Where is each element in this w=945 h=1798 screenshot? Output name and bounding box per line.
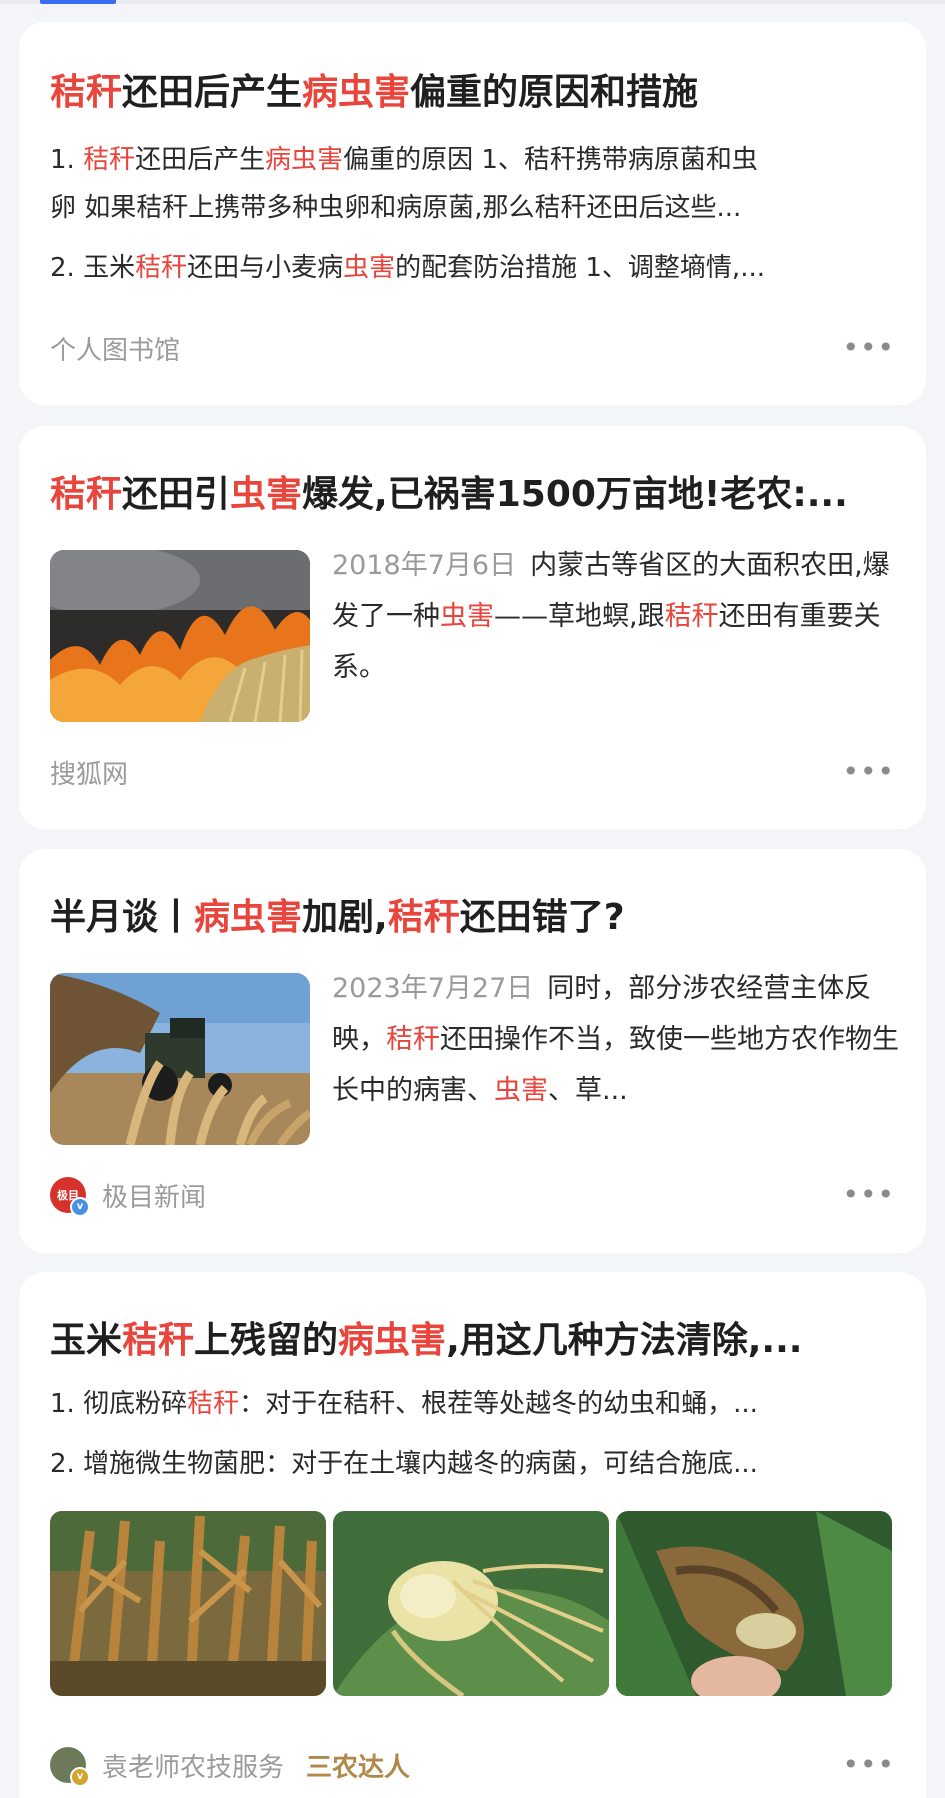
top-tab-strip [0, 0, 945, 4]
source-avatar[interactable]: v [50, 1747, 90, 1787]
result-snippet: 1. 彻底粉碎秸秆：对于在秸秆、根茬等处越冬的幼虫和蛹，... 2. 增施微生物… [50, 1380, 895, 1488]
publish-date: 2018年7月6日 [332, 550, 517, 581]
snippet-line: 2. 增施微生物菌肥：对于在土壤内越冬的病菌，可结合施底... [50, 1449, 758, 1479]
result-snippet: 2018年7月6日 内蒙古等省区的大面积农田,爆发了一种虫害——草地螟,跟秸秆还田… [332, 550, 890, 683]
snippet-line: 2. 玉米秸秆还田与小麦病虫害的配套防治措施 1、调整墒情,... [50, 253, 765, 283]
snippet-line: 1. 彻底粉碎秸秆：对于在秸秆、根茬等处越冬的幼虫和蛹，... [50, 1389, 758, 1419]
snippet-line: 1. 秸秆还田后产生病虫害偏重的原因 1、秸秆携带病原菌和虫 [50, 145, 758, 175]
more-options-icon[interactable]: ••• [842, 1181, 895, 1209]
source-name[interactable]: 袁老师农技服务 [102, 1747, 284, 1784]
author-tag: 三农达人 [306, 1752, 411, 1783]
result-card[interactable]: 半月谈丨病虫害加剧,秸秆还田错了? 2023年7月27日 同时，部分涉农经营主体反… [19, 849, 926, 1253]
active-tab-indicator[interactable] [40, 0, 116, 4]
source-name[interactable]: 搜狐网 [50, 754, 128, 791]
publish-date: 2023年7月27日 [332, 973, 534, 1004]
verified-badge-icon: v [70, 1197, 90, 1217]
result-snippet: 1. 秸秆还田后产生病虫害偏重的原因 1、秸秆携带病原菌和虫 卵 如果秸秆上携带… [50, 136, 895, 292]
source-row: v 袁老师农技服务 三农达人 ••• [50, 1745, 895, 1787]
corn-pest-image[interactable] [616, 1511, 892, 1696]
source-name[interactable]: 极目新闻 [102, 1177, 206, 1214]
more-options-icon[interactable]: ••• [842, 758, 895, 786]
corn-field-image[interactable] [50, 1511, 326, 1696]
snippet-line: 卵 如果秸秆上携带多种虫卵和病原菌,那么秸秆还田后这些... [50, 193, 742, 223]
result-snippet: 2023年7月27日 同时，部分涉农经营主体反映，秸秆还田操作不当，致使一些地方农… [332, 973, 899, 1106]
result-title[interactable]: 秸秆还田引虫害爆发,已祸害1500万亩地!老农:... [50, 470, 895, 520]
source-name[interactable]: 个人图书馆 [50, 330, 180, 367]
source-row: 极目 v 极目新闻 ••• [50, 1175, 895, 1217]
result-card[interactable]: 秸秆还田引虫害爆发,已祸害1500万亩地!老农:... 2018年7月6日 内蒙古… [19, 426, 926, 829]
source-row: 个人图书馆 ••• [50, 328, 895, 368]
result-card[interactable]: 秸秆还田后产生病虫害偏重的原因和措施 1. 秸秆还田后产生病虫害偏重的原因 1、… [19, 22, 926, 405]
source-row: 搜狐网 ••• [50, 752, 895, 792]
result-title[interactable]: 秸秆还田后产生病虫害偏重的原因和措施 [50, 68, 895, 118]
more-options-icon[interactable]: ••• [842, 1751, 895, 1779]
more-options-icon[interactable]: ••• [842, 334, 895, 362]
fire-field-thumbnail[interactable] [50, 550, 310, 722]
verified-badge-icon: v [70, 1767, 90, 1787]
result-title[interactable]: 玉米秸秆上残留的病虫害,用这几种方法清除,... [50, 1316, 895, 1366]
source-avatar[interactable]: 极目 v [50, 1177, 90, 1217]
tractor-field-thumbnail[interactable] [50, 973, 310, 1145]
result-title[interactable]: 半月谈丨病虫害加剧,秸秆还田错了? [50, 893, 895, 943]
corn-ear-image[interactable] [333, 1511, 609, 1696]
